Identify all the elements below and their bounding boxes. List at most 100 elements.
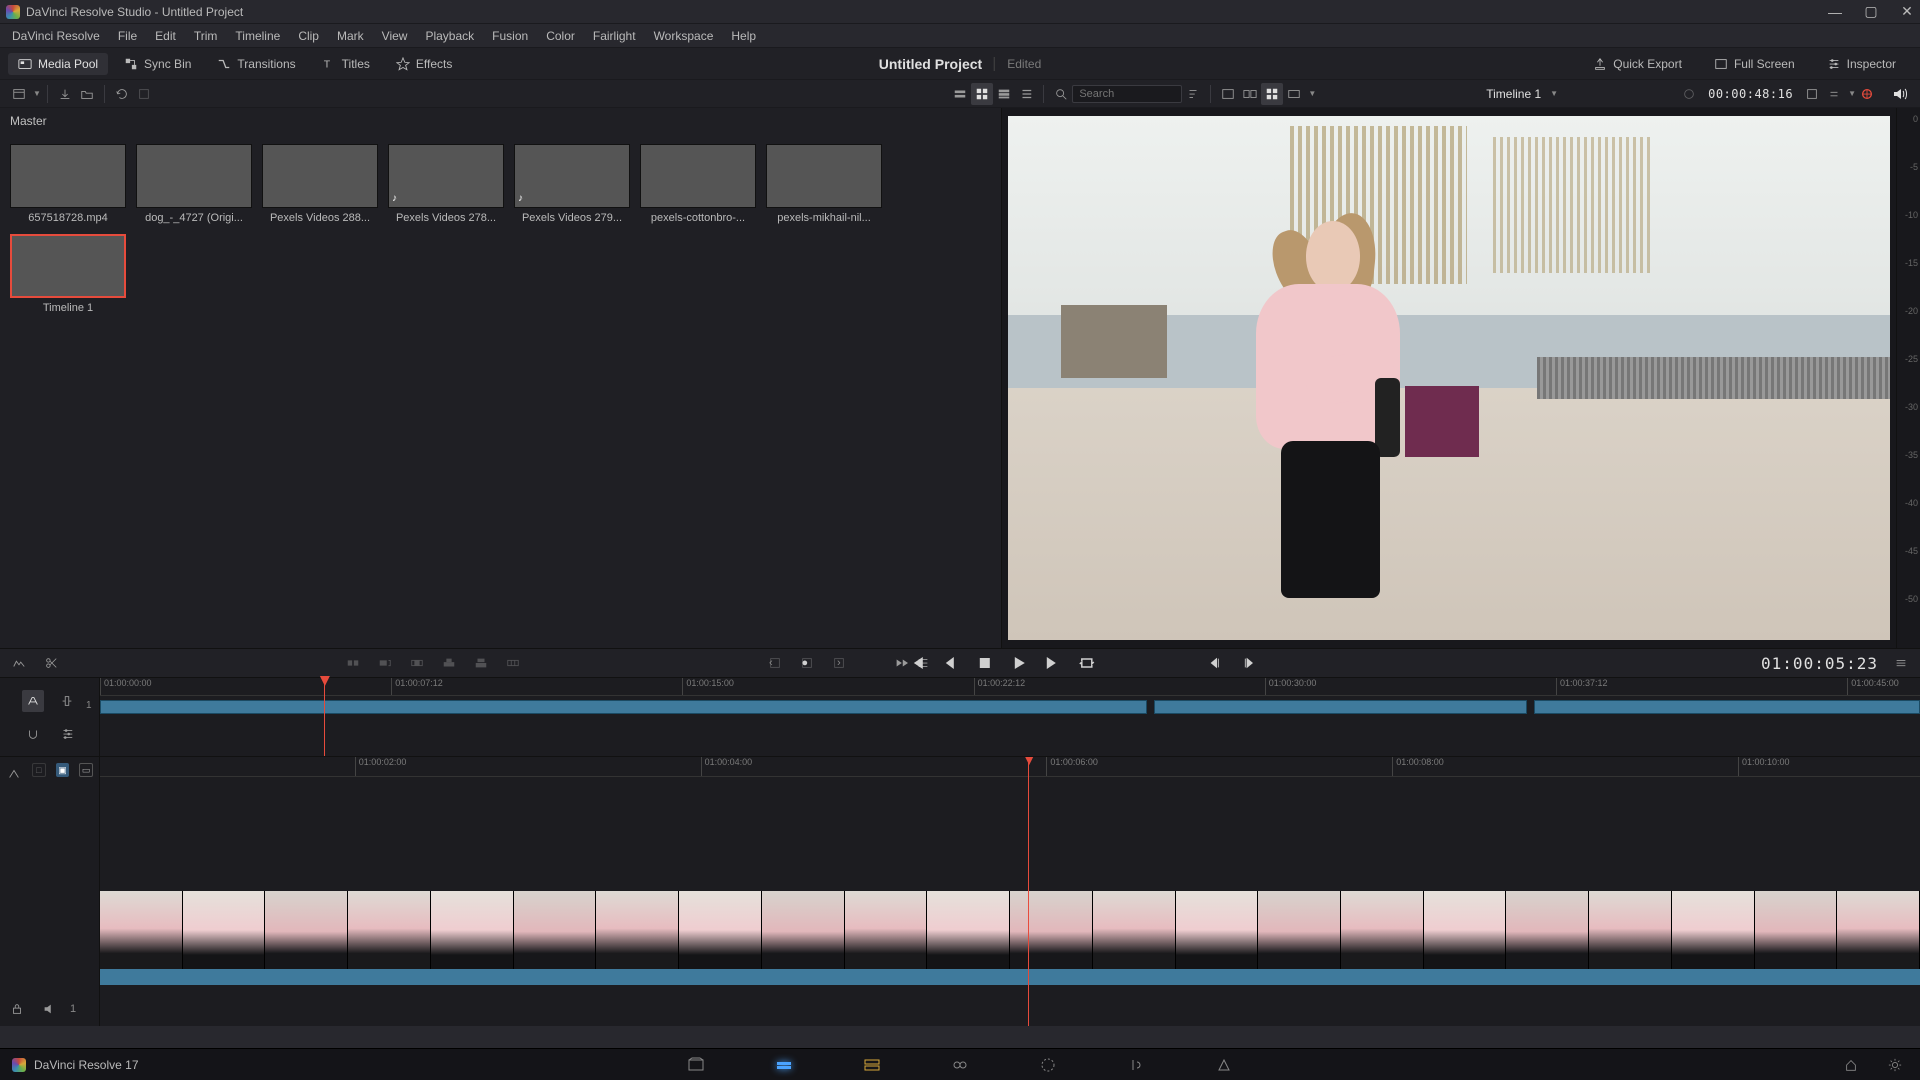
- list-view-button[interactable]: [1015, 83, 1037, 105]
- page-fusion[interactable]: [947, 1052, 973, 1078]
- jump-next-button[interactable]: [1239, 653, 1259, 673]
- detail-ruler[interactable]: 01:00:02:0001:00:04:0001:00:06:0001:00:0…: [100, 757, 1920, 777]
- clip-item[interactable]: Timeline 1: [10, 234, 126, 314]
- refresh-button[interactable]: [111, 83, 133, 105]
- page-fairlight[interactable]: [1123, 1052, 1149, 1078]
- audio-only-toggle[interactable]: ▭: [79, 763, 93, 777]
- clip-item[interactable]: ♪Pexels Videos 279...: [514, 144, 630, 224]
- minimize-button[interactable]: —: [1828, 5, 1842, 19]
- chevron-down-icon[interactable]: ▼: [1308, 89, 1316, 98]
- append-button[interactable]: [374, 652, 396, 674]
- go-to-end-button[interactable]: [1043, 653, 1063, 673]
- clip-item[interactable]: pexels-cottonbro-...: [640, 144, 756, 224]
- thumbnail-view-button[interactable]: [971, 83, 993, 105]
- menu-trim[interactable]: Trim: [186, 26, 226, 46]
- import-folder-button[interactable]: [76, 83, 98, 105]
- video-only-toggle[interactable]: □: [32, 763, 46, 777]
- menu-fairlight[interactable]: Fairlight: [585, 26, 644, 46]
- options-button[interactable]: [1823, 83, 1845, 105]
- split-clip-button[interactable]: [40, 652, 62, 674]
- tab-transitions[interactable]: Transitions: [207, 53, 305, 75]
- overview-clip[interactable]: [1534, 700, 1920, 714]
- detail-playhead[interactable]: [1028, 757, 1029, 1026]
- page-cut[interactable]: [771, 1052, 797, 1078]
- timeline-mode-trim-button[interactable]: [56, 690, 78, 712]
- menu-davinci-resolve[interactable]: DaVinci Resolve: [4, 26, 108, 46]
- overview-clip[interactable]: [100, 700, 1147, 714]
- marker-button[interactable]: [56, 723, 78, 745]
- chevron-down-icon[interactable]: ▼: [33, 89, 41, 98]
- menu-file[interactable]: File: [110, 26, 145, 46]
- prev-edit-button[interactable]: ‹: [761, 653, 781, 673]
- full-screen-button[interactable]: Full Screen: [1704, 53, 1805, 75]
- snap-button[interactable]: [22, 723, 44, 745]
- close-up-button[interactable]: [438, 652, 460, 674]
- tab-media-pool[interactable]: Media Pool: [8, 53, 108, 75]
- timeline-selector[interactable]: Timeline 1 ▼: [1486, 87, 1558, 101]
- maximize-button[interactable]: ▢: [1864, 5, 1878, 19]
- place-on-top-button[interactable]: [470, 652, 492, 674]
- close-button[interactable]: ✕: [1900, 5, 1914, 19]
- detail-track[interactable]: 01:00:02:0001:00:04:0001:00:06:0001:00:0…: [100, 757, 1920, 1026]
- strip-view-button[interactable]: [993, 83, 1015, 105]
- menu-timeline[interactable]: Timeline: [227, 26, 288, 46]
- viewer-grid-button[interactable]: [1261, 83, 1283, 105]
- audio-video-toggle[interactable]: ▣: [56, 763, 70, 777]
- viewer-single-button[interactable]: [1217, 83, 1239, 105]
- clip-item[interactable]: 657518728.mp4: [10, 144, 126, 224]
- menu-playback[interactable]: Playback: [417, 26, 482, 46]
- track-lock-button[interactable]: [6, 998, 28, 1020]
- overview-ruler[interactable]: 01:00:00:0001:00:07:1201:00:15:0001:00:2…: [100, 678, 1920, 696]
- chevron-down-icon[interactable]: ▼: [1848, 89, 1856, 98]
- menu-color[interactable]: Color: [538, 26, 583, 46]
- viewer-mode-button[interactable]: [1283, 83, 1305, 105]
- menu-clip[interactable]: Clip: [290, 26, 327, 46]
- next-edit-button[interactable]: ›: [829, 653, 849, 673]
- boring-detector-button[interactable]: [8, 652, 30, 674]
- auto-track-button[interactable]: [6, 763, 22, 785]
- safe-area-button[interactable]: [1678, 83, 1700, 105]
- page-color[interactable]: [1035, 1052, 1061, 1078]
- menu-workspace[interactable]: Workspace: [646, 26, 722, 46]
- project-settings-button[interactable]: [1882, 1052, 1908, 1078]
- clip-item[interactable]: Pexels Videos 288...: [262, 144, 378, 224]
- overview-playhead[interactable]: [324, 678, 325, 756]
- source-overwrite-button[interactable]: [502, 652, 524, 674]
- bin-view-button[interactable]: [8, 83, 30, 105]
- import-media-button[interactable]: [54, 83, 76, 105]
- search-input[interactable]: [1072, 85, 1182, 103]
- clip-item[interactable]: dog_-_4727 (Origi...: [136, 144, 252, 224]
- overview-clip[interactable]: [1154, 700, 1527, 714]
- loop-button[interactable]: [1077, 653, 1097, 673]
- viewer-dual-button[interactable]: [1239, 83, 1261, 105]
- inspector-button[interactable]: Inspector: [1817, 53, 1906, 75]
- expand-button[interactable]: [133, 83, 155, 105]
- quick-export-button[interactable]: Quick Export: [1583, 53, 1692, 75]
- viewer-viewport[interactable]: [1008, 116, 1890, 640]
- jump-prev-button[interactable]: [1205, 653, 1225, 673]
- menu-view[interactable]: View: [374, 26, 416, 46]
- menu-help[interactable]: Help: [723, 26, 764, 46]
- step-back-button[interactable]: [941, 653, 961, 673]
- timeline-mode-a-button[interactable]: [22, 690, 44, 712]
- sort-button[interactable]: [1182, 83, 1204, 105]
- track-mute-button[interactable]: [38, 998, 60, 1020]
- ripple-overwrite-button[interactable]: [406, 652, 428, 674]
- video-lane[interactable]: [100, 891, 1920, 969]
- tab-titles[interactable]: T Titles: [312, 53, 380, 75]
- bin-name[interactable]: Master: [0, 108, 1001, 134]
- guide-button[interactable]: [1856, 83, 1878, 105]
- play-button[interactable]: [1009, 653, 1029, 673]
- menu-mark[interactable]: Mark: [329, 26, 372, 46]
- clip-item[interactable]: pexels-mikhail-nil...: [766, 144, 882, 224]
- metadata-view-button[interactable]: [949, 83, 971, 105]
- go-to-start-button[interactable]: [907, 653, 927, 673]
- mute-button[interactable]: [1888, 82, 1912, 106]
- stop-button[interactable]: [975, 653, 995, 673]
- page-edit[interactable]: [859, 1052, 885, 1078]
- overview-track[interactable]: 01:00:00:0001:00:07:1201:00:15:0001:00:2…: [100, 678, 1920, 756]
- smart-insert-button[interactable]: [342, 652, 364, 674]
- menu-fusion[interactable]: Fusion: [484, 26, 536, 46]
- clip-item[interactable]: ♪Pexels Videos 278...: [388, 144, 504, 224]
- menu-edit[interactable]: Edit: [147, 26, 184, 46]
